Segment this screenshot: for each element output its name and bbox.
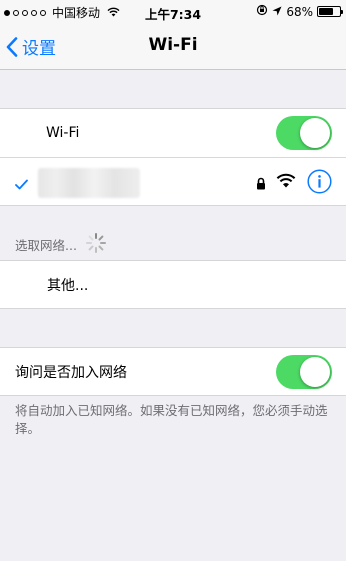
status-bar-right: 68% (256, 4, 343, 19)
signal-dot-icon (4, 9, 10, 16)
wifi-label: Wi-Fi (46, 125, 80, 141)
rotation-lock-icon (256, 4, 268, 19)
loading-spinner-icon (85, 232, 107, 257)
battery-percent: 68% (286, 4, 313, 19)
wifi-signal-icon (276, 173, 296, 192)
carrier-name: 中国移动 (52, 6, 101, 20)
wifi-group: Wi-Fi (0, 108, 346, 206)
status-bar: 中国移动 上午7:34 68% (0, 0, 346, 22)
battery-icon (317, 6, 343, 17)
other-network-row[interactable]: 其他... (0, 261, 346, 308)
other-network-label: 其他... (47, 277, 89, 294)
battery-level-fill (319, 8, 333, 15)
signal-dot-icon (13, 9, 19, 16)
wifi-toggle-row: Wi-Fi (0, 109, 346, 157)
ask-to-join-toggle[interactable] (276, 354, 332, 389)
signal-dot-icon (31, 9, 37, 16)
lock-icon (256, 175, 266, 194)
network-name-obscured (38, 168, 140, 198)
chevron-left-icon (6, 36, 18, 57)
toggle-knob (300, 356, 330, 387)
connected-network-row[interactable] (0, 157, 346, 205)
info-icon[interactable] (307, 169, 332, 198)
ask-to-join-row: 询问是否加入网络 (0, 348, 346, 395)
choose-network-label: 选取网络... (15, 238, 77, 253)
signal-dot-icon (40, 9, 46, 16)
status-wifi-icon (107, 6, 120, 20)
ask-to-join-label: 询问是否加入网络 (15, 364, 127, 381)
signal-dot-icon (22, 9, 28, 16)
navigation-bar: 设置 Wi-Fi (0, 22, 346, 70)
checkmark-icon (15, 175, 28, 194)
location-arrow-icon (272, 5, 282, 19)
wifi-toggle[interactable] (276, 116, 332, 150)
status-bar-left: 中国移动 (4, 4, 120, 21)
choose-network-header: 选取网络... (15, 232, 107, 257)
other-network-group: 其他... (0, 260, 346, 309)
ask-to-join-group: 询问是否加入网络 (0, 347, 346, 396)
ask-to-join-footer: 将自动加入已知网络。如果没有已知网络，您必须手动选择。 (15, 403, 328, 436)
back-button-label: 设置 (22, 39, 56, 59)
toggle-knob (300, 118, 330, 148)
back-button[interactable]: 设置 (6, 34, 56, 59)
